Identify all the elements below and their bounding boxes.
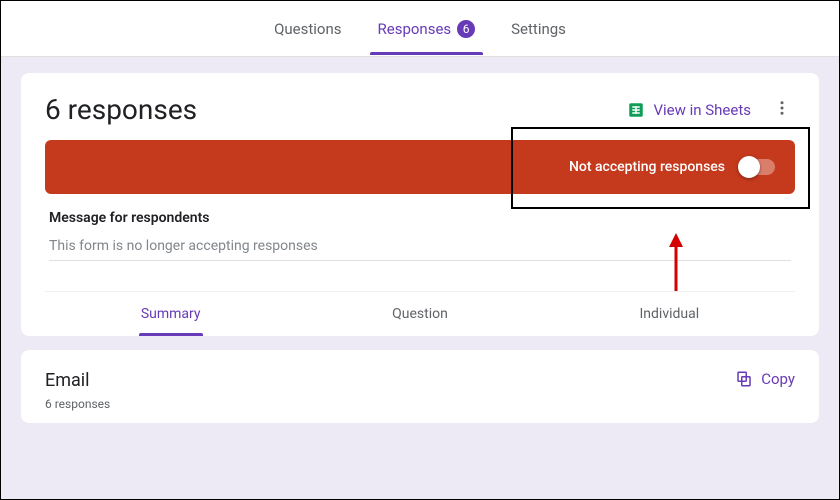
responses-header: 6 responses View in Sheets bbox=[45, 93, 795, 126]
view-in-sheets-label: View in Sheets bbox=[653, 101, 751, 119]
email-heading-block: Email 6 responses bbox=[45, 370, 110, 411]
responses-card: 6 responses View in Sheets Not accepting… bbox=[21, 73, 819, 336]
subtab-individual-label: Individual bbox=[640, 306, 700, 322]
tab-questions-label: Questions bbox=[274, 20, 341, 38]
respondent-message-input[interactable]: This form is no longer accepting respons… bbox=[49, 238, 791, 261]
subtab-individual[interactable]: Individual bbox=[634, 292, 706, 336]
tab-questions[interactable]: Questions bbox=[270, 4, 345, 54]
email-header-row: Email 6 responses Copy bbox=[45, 370, 795, 411]
toggle-knob bbox=[738, 156, 760, 178]
more-options-button[interactable] bbox=[769, 95, 795, 125]
email-subtitle: 6 responses bbox=[45, 397, 110, 411]
copy-icon bbox=[735, 370, 753, 388]
view-in-sheets-button[interactable]: View in Sheets bbox=[627, 101, 751, 119]
more-vert-icon bbox=[773, 99, 791, 117]
subtab-question[interactable]: Question bbox=[386, 292, 454, 336]
respondent-message-block: Message for respondents This form is no … bbox=[45, 194, 795, 281]
email-title: Email bbox=[45, 370, 110, 391]
responses-subtabs: Summary Question Individual bbox=[45, 291, 795, 336]
page-body: 6 responses View in Sheets Not accepting… bbox=[1, 57, 839, 439]
tab-settings[interactable]: Settings bbox=[507, 4, 570, 54]
accepting-responses-toggle[interactable] bbox=[739, 159, 775, 175]
copy-label: Copy bbox=[761, 370, 795, 388]
toggle-label: Not accepting responses bbox=[569, 159, 725, 175]
copy-button[interactable]: Copy bbox=[735, 370, 795, 388]
responses-actions: View in Sheets bbox=[627, 95, 795, 125]
responses-count-badge: 6 bbox=[457, 20, 475, 38]
tab-settings-label: Settings bbox=[511, 20, 566, 38]
accepting-responses-bar: Not accepting responses bbox=[45, 140, 795, 194]
respondent-message-label: Message for respondents bbox=[49, 210, 791, 226]
tab-responses[interactable]: Responses 6 bbox=[374, 4, 480, 54]
tab-responses-label: Responses bbox=[378, 20, 452, 38]
subtab-question-label: Question bbox=[392, 306, 448, 322]
subtab-summary-label: Summary bbox=[141, 306, 201, 322]
email-card: Email 6 responses Copy bbox=[21, 350, 819, 423]
responses-title: 6 responses bbox=[45, 93, 197, 126]
form-tabs: Questions Responses 6 Settings bbox=[1, 1, 839, 57]
subtab-summary[interactable]: Summary bbox=[135, 292, 207, 336]
sheets-icon bbox=[627, 101, 645, 119]
